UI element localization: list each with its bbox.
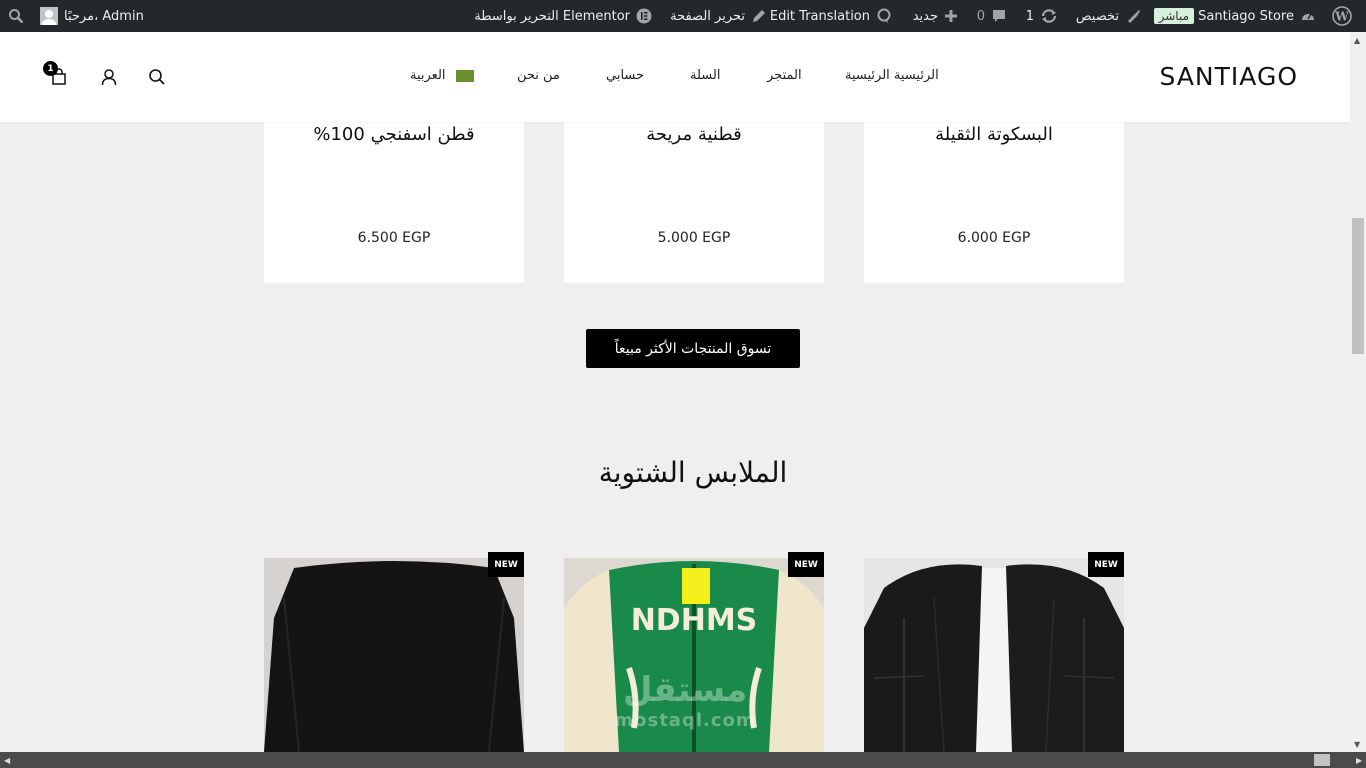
elementor-icon: [636, 8, 652, 24]
nav-about[interactable]: من نحن: [517, 68, 560, 83]
product-name[interactable]: قطن اسفنجي 100%: [264, 124, 524, 145]
plus-icon: [944, 9, 958, 23]
nav-home[interactable]: الرئيسية الرئيسية: [845, 68, 939, 83]
product-card[interactable]: قطن اسفنجي 100% 6.500 EGP: [264, 100, 524, 283]
site-header: SANTIAGO الرئيسية الرئيسية المتجر السلة …: [0, 32, 1350, 122]
horizontal-scrollbar[interactable]: [0, 752, 1366, 768]
wordpress-logo-icon[interactable]: W: [1332, 0, 1352, 32]
new-label: جديد: [912, 8, 938, 24]
admin-search-icon[interactable]: [8, 0, 24, 32]
new-badge: NEW: [1088, 552, 1124, 577]
edit-page-link[interactable]: تحرير الصفحة: [670, 0, 767, 32]
watermark-arabic: مستقل: [622, 670, 748, 710]
vertical-scrollbar-thumb[interactable]: [1352, 218, 1364, 354]
product-price: 6.500 EGP: [357, 230, 431, 246]
new-badge: NEW: [788, 552, 824, 577]
language-switcher[interactable]: العربية: [410, 68, 474, 83]
customize-label: تخصيص: [1075, 8, 1119, 24]
nav-shop[interactable]: المتجر: [767, 68, 802, 83]
edit-translation-link[interactable]: Edit Translation: [770, 0, 892, 32]
elementor-edit-label: التحرير بواسطة Elementor: [474, 8, 630, 24]
greeting: مرحبًا، Admin: [64, 8, 144, 24]
comment-bubble-icon: [991, 8, 1007, 24]
site-name-menu[interactable]: Santiago Store: [1198, 0, 1316, 32]
watermark-latin: mostaql.com: [614, 710, 756, 731]
product-image-black-sweater[interactable]: [264, 558, 524, 752]
site-name: Santiago Store: [1198, 8, 1294, 24]
pencil-icon: [751, 8, 767, 24]
language-label: العربية: [410, 68, 446, 83]
updates-link[interactable]: 1: [1026, 0, 1058, 32]
live-badge: مباشر: [1153, 8, 1194, 24]
comments-link[interactable]: 0: [977, 0, 1007, 32]
horizontal-scrollbar-thumb[interactable]: [1314, 754, 1330, 766]
scroll-down-arrow-icon[interactable]: ▼: [1354, 740, 1360, 749]
vertical-scrollbar[interactable]: [1350, 32, 1366, 752]
flag-icon: [455, 69, 474, 82]
product-image-leather-jacket[interactable]: [864, 558, 1124, 752]
product-price: 6.000 EGP: [957, 230, 1031, 246]
scroll-up-arrow-icon[interactable]: ▲: [1354, 36, 1360, 45]
wp-admin-bar: W Santiago Store مباشر تخصيص 1 0 جديد Ed…: [0, 0, 1366, 32]
customize-link[interactable]: تخصيص: [1076, 0, 1141, 32]
nav-cart[interactable]: السلة: [690, 68, 720, 83]
new-content-menu[interactable]: جديد: [913, 0, 958, 32]
site-logo[interactable]: SANTIAGO: [1160, 62, 1299, 91]
scroll-right-arrow-icon[interactable]: ▶: [1356, 756, 1362, 765]
svg-text:W: W: [1334, 10, 1349, 24]
edit-translation-label: Edit Translation: [769, 8, 870, 24]
live-status[interactable]: مباشر: [1153, 0, 1194, 32]
search-icon[interactable]: [148, 68, 166, 86]
product-card[interactable]: البسكوتة الثقيلة 6.000 EGP: [864, 100, 1124, 283]
nav-account[interactable]: حسابي: [606, 68, 644, 83]
product-price: 5.000 EGP: [657, 230, 731, 246]
paintbrush-icon: [1125, 8, 1141, 24]
elementor-edit-link[interactable]: التحرير بواسطة Elementor: [474, 0, 652, 32]
cart-count-badge: 1: [43, 61, 58, 76]
shop-bestsellers-button[interactable]: تسوق المنتجات الأكثر مبيعاً: [586, 329, 800, 368]
comments-count: 0: [976, 8, 985, 24]
my-account-menu[interactable]: مرحبًا، Admin: [40, 0, 144, 32]
refresh-icon: [1040, 8, 1058, 24]
section-title: الملابس الشتوية: [598, 456, 788, 489]
svg-text:NDHMS: NDHMS: [631, 603, 758, 638]
updates-count: 1: [1025, 8, 1034, 24]
product-card[interactable]: قطنية مريحة 5.000 EGP: [564, 100, 824, 283]
product-name[interactable]: البسكوتة الثقيلة: [864, 124, 1124, 145]
dashboard-gauge-icon: [1300, 8, 1316, 24]
product-name[interactable]: قطنية مريحة: [564, 124, 824, 145]
new-badge: NEW: [488, 552, 524, 577]
mostaql-watermark: مستقل mostaql.com: [600, 670, 770, 731]
avatar: [40, 7, 58, 25]
translate-icon: [876, 8, 892, 24]
edit-page-label: تحرير الصفحة: [670, 8, 745, 24]
user-account-icon[interactable]: [100, 68, 118, 86]
scroll-left-arrow-icon[interactable]: ◀: [4, 756, 10, 765]
